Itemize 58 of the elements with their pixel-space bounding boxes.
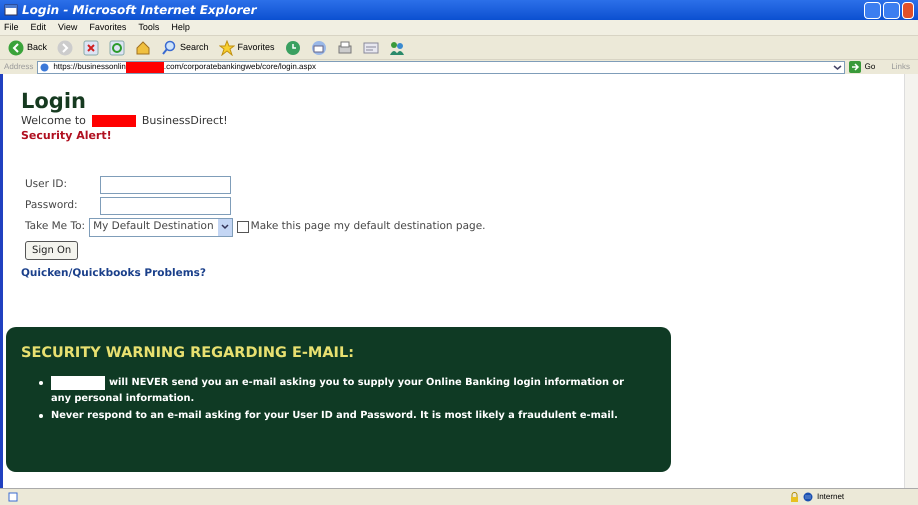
- globe-icon: [803, 492, 813, 502]
- destination-select[interactable]: My Default Destination: [89, 218, 233, 236]
- page-icon: [40, 62, 50, 72]
- field-label: Password:: [25, 198, 79, 213]
- help-link[interactable]: Quicken/Quickbooks Problems?: [21, 266, 206, 282]
- security-alert-link[interactable]: Security Alert!: [21, 128, 904, 144]
- refresh-icon[interactable]: [109, 40, 126, 56]
- page-icon: [8, 492, 18, 502]
- checkbox[interactable]: [236, 221, 249, 233]
- menu-item[interactable]: File: [4, 20, 19, 34]
- bullet-text: Never respond to an e-mail asking for your User ID and Password. It is most likely a fraudulent e-mail.: [51, 408, 619, 423]
- menu-item[interactable]: View: [58, 20, 78, 34]
- address-field[interactable]: https://businessonlin .com/corporatebankingweb/core/login.aspx: [37, 60, 845, 74]
- back-button[interactable]: Back: [8, 40, 48, 56]
- welcome-text: BusinessDirect!: [142, 114, 228, 128]
- sign-on-button[interactable]: Sign On: [25, 240, 78, 260]
- menu-item[interactable]: Help: [171, 20, 190, 34]
- field-label: Take Me To:: [25, 219, 86, 234]
- redaction-mark: [92, 115, 136, 127]
- envelope-icon[interactable]: [310, 40, 327, 56]
- page-icon: [4, 3, 18, 17]
- warning-title: SECURITY WARNING REGARDING E-MAIL:: [21, 344, 355, 363]
- page-heading: Login: [21, 88, 87, 114]
- dropdown-icon[interactable]: [832, 62, 842, 72]
- star-icon: [218, 40, 235, 56]
- house-icon[interactable]: [135, 40, 152, 56]
- redaction-mark: [126, 62, 164, 72]
- favorites-button[interactable]: Favorites: [218, 40, 275, 56]
- bullet-text: will NEVER send you an e-mail asking you to supply your Online Banking login information or any personal information.: [51, 376, 625, 406]
- url-text: https://businessonlin: [53, 61, 126, 73]
- menu-item[interactable]: Favorites: [89, 20, 126, 34]
- minimize-button[interactable]: [864, 2, 881, 18]
- window-title: Login - Microsoft Internet Explorer: [22, 2, 257, 19]
- people-icon[interactable]: [388, 40, 405, 56]
- bullet-icon: [39, 380, 43, 385]
- maximize-button[interactable]: [883, 2, 900, 18]
- zone-text: Internet: [817, 491, 844, 503]
- stop-icon[interactable]: [83, 40, 100, 56]
- field-label: User ID:: [25, 176, 68, 192]
- url-text: .com/corporatebankingweb/core/login.aspx: [164, 61, 316, 73]
- padlock-icon: [790, 492, 799, 502]
- scrollbar[interactable]: [904, 74, 918, 488]
- close-button[interactable]: [902, 2, 914, 18]
- welcome-text: Welcome to: [21, 114, 86, 128]
- bullet-icon: [39, 414, 43, 418]
- printer-icon[interactable]: [336, 40, 353, 56]
- clock-icon[interactable]: [284, 40, 301, 56]
- input-field[interactable]: [100, 176, 231, 194]
- input-field[interactable]: [100, 196, 231, 214]
- search-icon: [161, 40, 178, 56]
- menu-item[interactable]: Tools: [138, 20, 160, 34]
- search-button[interactable]: Search: [161, 40, 209, 56]
- checkbox-label: Make this page my default destination page.: [250, 219, 486, 234]
- address-label: Address: [4, 61, 34, 73]
- document-icon[interactable]: [362, 40, 379, 56]
- go-button[interactable]: Go: [864, 61, 876, 73]
- go-arrow-icon[interactable]: [848, 61, 861, 73]
- menu-item[interactable]: Edit: [30, 20, 46, 34]
